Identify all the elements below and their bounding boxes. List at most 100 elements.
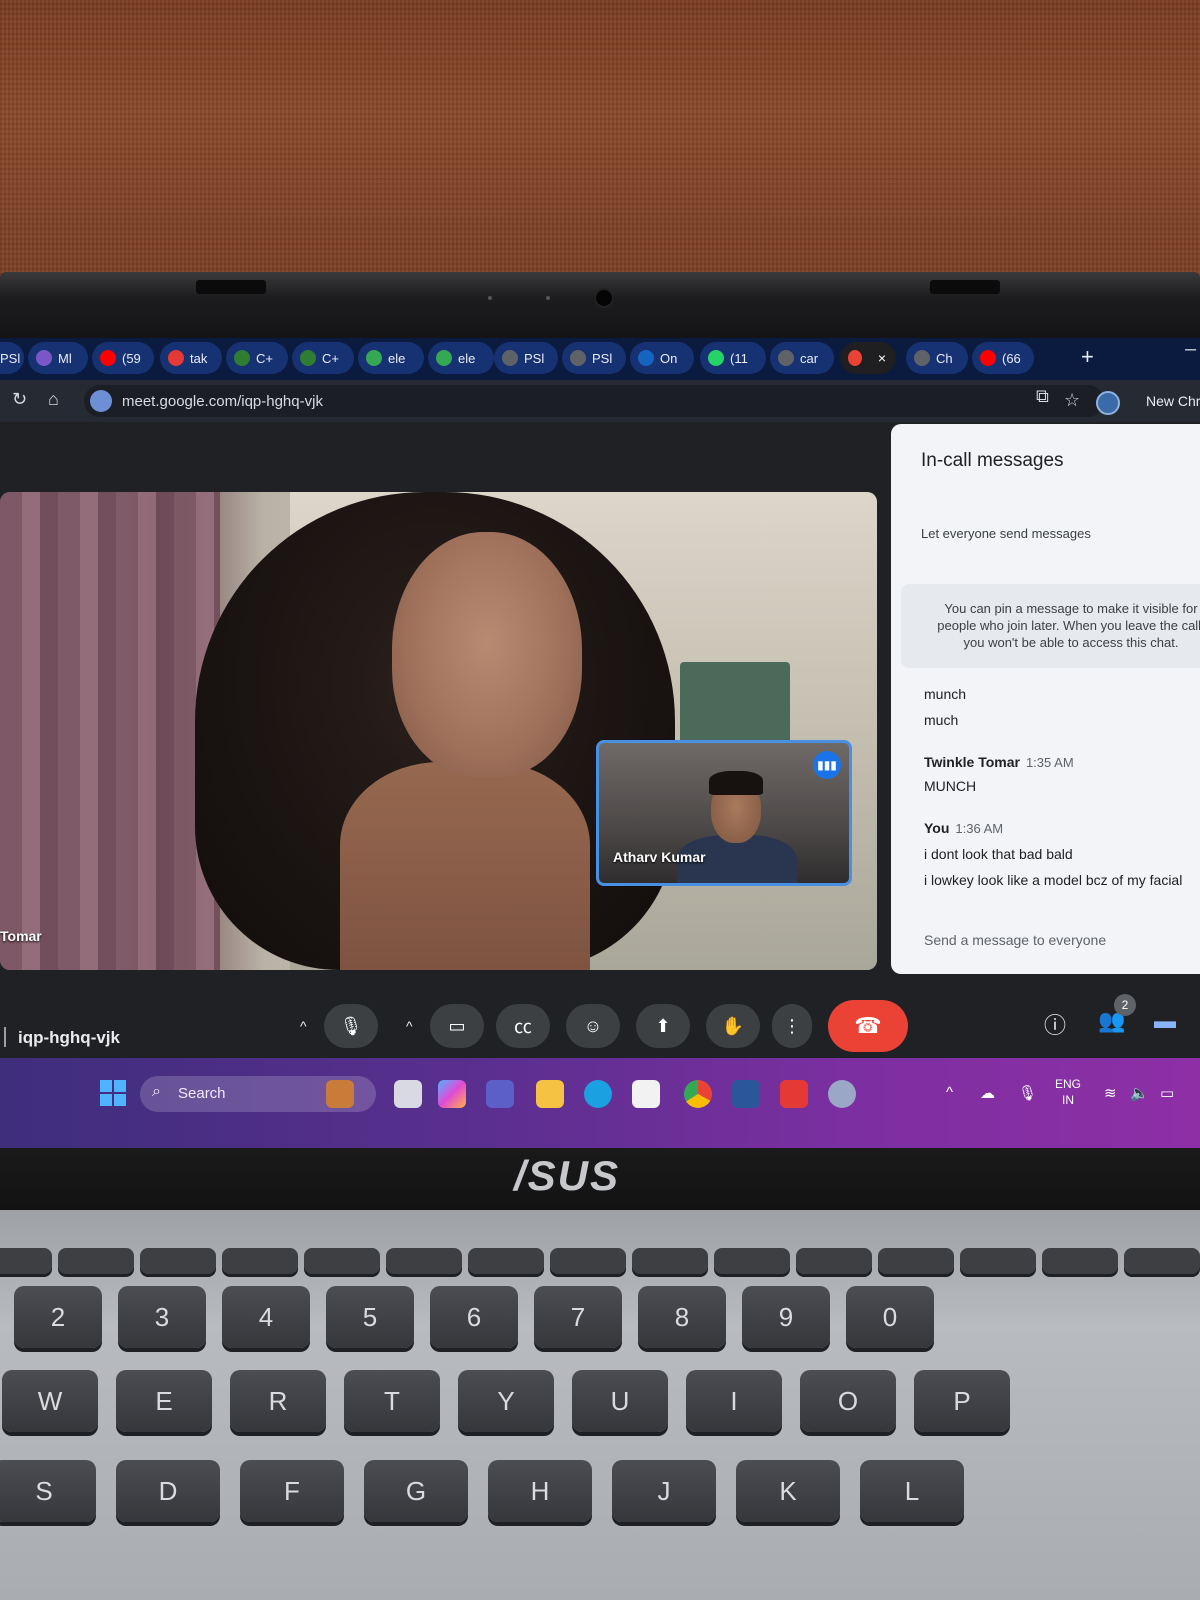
keyboard-key[interactable]: 5 xyxy=(326,1286,414,1348)
minimize-button[interactable]: – xyxy=(1185,338,1196,361)
keyboard-key[interactable]: I xyxy=(686,1370,782,1432)
browser-tab[interactable]: On xyxy=(630,342,694,374)
profile-avatar[interactable] xyxy=(1096,391,1120,415)
browser-tab[interactable]: PSl xyxy=(494,342,558,374)
browser-tab[interactable]: (11 xyxy=(700,342,766,374)
url-text[interactable]: meet.google.com/iqp-hghq-vjk xyxy=(122,393,323,410)
reload-icon[interactable]: ↻ xyxy=(12,389,27,410)
new-tab-button[interactable]: + xyxy=(1081,344,1094,370)
bookmark-star-icon[interactable]: ☆ xyxy=(1064,390,1080,411)
keyboard-key[interactable]: R xyxy=(230,1370,326,1432)
keyboard-key[interactable]: 7 xyxy=(534,1286,622,1348)
function-key[interactable] xyxy=(632,1248,708,1274)
function-key[interactable] xyxy=(0,1248,52,1274)
copilot-icon[interactable] xyxy=(438,1080,466,1108)
keyboard-key[interactable]: W xyxy=(2,1370,98,1432)
chrome-icon[interactable] xyxy=(684,1080,712,1108)
function-key[interactable] xyxy=(550,1248,626,1274)
keyboard-key[interactable]: 9 xyxy=(742,1286,830,1348)
keyboard-key[interactable]: F xyxy=(240,1460,344,1522)
autocad-icon[interactable] xyxy=(780,1080,808,1108)
word-icon[interactable] xyxy=(732,1080,760,1108)
keyboard-key[interactable]: 3 xyxy=(118,1286,206,1348)
function-key[interactable] xyxy=(1124,1248,1200,1274)
function-key[interactable] xyxy=(58,1248,134,1274)
meeting-details-info-icon[interactable]: ⓘ xyxy=(1044,1008,1066,1040)
browser-tab[interactable]: Ch xyxy=(906,342,968,374)
function-key[interactable] xyxy=(714,1248,790,1274)
function-key[interactable] xyxy=(1042,1248,1118,1274)
weather-widget-icon[interactable] xyxy=(326,1080,354,1108)
keyboard-key[interactable]: Y xyxy=(458,1370,554,1432)
chat-message-input[interactable]: Send a message to everyone xyxy=(924,932,1106,948)
raise-hand-button[interactable]: ✋ xyxy=(706,1004,760,1048)
extensions-icon[interactable]: ⧉ xyxy=(1036,386,1049,407)
function-key[interactable] xyxy=(304,1248,380,1274)
keyboard-key[interactable]: U xyxy=(572,1370,668,1432)
snipping-tool-icon[interactable] xyxy=(632,1080,660,1108)
browser-tab[interactable]: tak xyxy=(160,342,222,374)
keyboard-key[interactable]: S xyxy=(0,1460,96,1522)
omnibox[interactable]: meet.google.com/iqp-hghq-vjk ☆ xyxy=(84,385,1104,417)
settings-gear-icon[interactable] xyxy=(828,1080,856,1108)
browser-tab[interactable]: C+ xyxy=(226,342,288,374)
microphone-button[interactable]: 🎙 xyxy=(324,1004,378,1048)
edge-icon[interactable] xyxy=(584,1080,612,1108)
self-view-tile[interactable]: ▮▮▮ Atharv Kumar xyxy=(596,740,852,886)
close-tab-icon[interactable]: × xyxy=(878,350,886,366)
video-options-chevron-icon[interactable]: ^ xyxy=(406,1018,413,1034)
new-chrome-available-button[interactable]: New Chr xyxy=(1146,393,1200,409)
input-language-indicator[interactable]: ENG IN xyxy=(1055,1076,1081,1108)
let-everyone-send-messages-toggle[interactable]: Let everyone send messages xyxy=(921,526,1091,541)
browser-tab[interactable]: × xyxy=(840,342,896,374)
browser-tab[interactable]: ele xyxy=(358,342,424,374)
function-key[interactable] xyxy=(796,1248,872,1274)
browser-tab[interactable]: car xyxy=(770,342,834,374)
keyboard-key[interactable]: 6 xyxy=(430,1286,518,1348)
more-options-button[interactable]: ⋮ xyxy=(772,1004,812,1048)
keyboard-key[interactable]: 8 xyxy=(638,1286,726,1348)
function-key[interactable] xyxy=(960,1248,1036,1274)
keyboard-key[interactable]: 0 xyxy=(846,1286,934,1348)
keyboard-key[interactable]: J xyxy=(612,1460,716,1522)
keyboard-key[interactable]: H xyxy=(488,1460,592,1522)
function-key[interactable] xyxy=(222,1248,298,1274)
main-participant-video[interactable]: Tomar xyxy=(0,492,877,970)
wifi-icon[interactable]: ≋ xyxy=(1104,1084,1117,1102)
present-screen-button[interactable]: ⬆ xyxy=(636,1004,690,1048)
keyboard-key[interactable]: G xyxy=(364,1460,468,1522)
captions-button[interactable]: ㏄ xyxy=(496,1004,550,1048)
leave-call-button[interactable]: ☎ xyxy=(828,1000,908,1052)
function-key[interactable] xyxy=(468,1248,544,1274)
browser-tab[interactable]: ele xyxy=(428,342,494,374)
reactions-button[interactable]: ☺ xyxy=(566,1004,620,1048)
keyboard-key[interactable]: E xyxy=(116,1370,212,1432)
file-explorer-icon[interactable] xyxy=(536,1080,564,1108)
keyboard-key[interactable]: D xyxy=(116,1460,220,1522)
camera-button[interactable]: ▭ xyxy=(430,1004,484,1048)
onedrive-cloud-icon[interactable]: ☁ xyxy=(980,1084,995,1102)
keyboard-key[interactable]: 2 xyxy=(14,1286,102,1348)
keyboard-key[interactable]: L xyxy=(860,1460,964,1522)
keyboard-key[interactable]: K xyxy=(736,1460,840,1522)
chat-icon[interactable]: ▬ xyxy=(1154,1008,1176,1034)
audio-options-chevron-icon[interactable]: ^ xyxy=(300,1018,307,1034)
keyboard-key[interactable]: P xyxy=(914,1370,1010,1432)
mic-tray-icon[interactable]: 🎙 xyxy=(1018,1084,1037,1102)
function-key[interactable] xyxy=(878,1248,954,1274)
show-hidden-icons-chevron-icon[interactable]: ^ xyxy=(946,1084,953,1101)
browser-tab[interactable]: Ml xyxy=(28,342,88,374)
teams-icon[interactable] xyxy=(486,1080,514,1108)
volume-icon[interactable]: 🔈 xyxy=(1130,1084,1149,1102)
browser-tab[interactable]: C+ xyxy=(292,342,354,374)
battery-icon[interactable]: ▭ xyxy=(1160,1084,1174,1102)
home-icon[interactable]: ⌂ xyxy=(48,389,59,410)
browser-tab[interactable]: PSl xyxy=(562,342,626,374)
keyboard-key[interactable]: T xyxy=(344,1370,440,1432)
function-key[interactable] xyxy=(386,1248,462,1274)
windows-start-icon[interactable] xyxy=(100,1080,126,1106)
browser-tab[interactable]: (66 xyxy=(972,342,1034,374)
keyboard-key[interactable]: 4 xyxy=(222,1286,310,1348)
browser-tab[interactable]: (59 xyxy=(92,342,154,374)
browser-tab[interactable]: PSl xyxy=(0,342,24,374)
